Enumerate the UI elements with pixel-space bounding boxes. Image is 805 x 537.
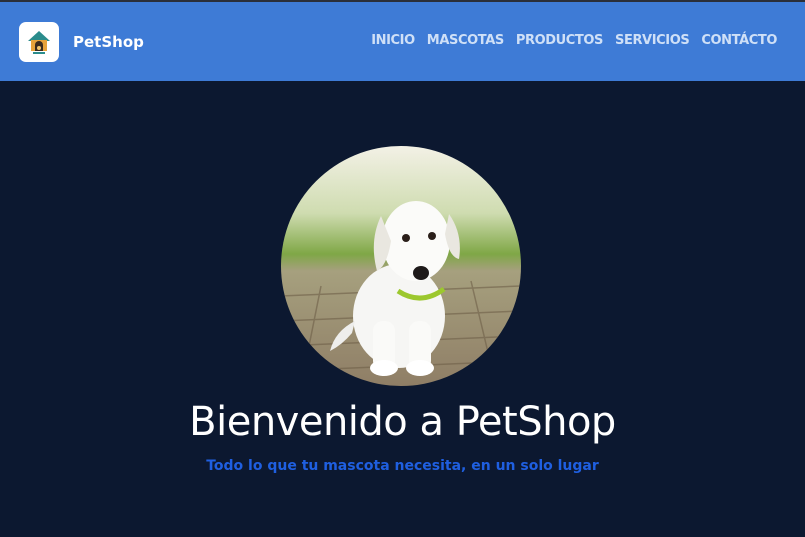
hero-section: Bienvenido a PetShop Todo lo que tu masc… xyxy=(0,81,805,537)
nav-item-inicio[interactable]: INICIO xyxy=(371,33,415,48)
brand[interactable]: PetShop xyxy=(19,22,144,62)
nav-item-productos[interactable]: PRODUCTOS xyxy=(516,33,604,48)
logo[interactable] xyxy=(19,22,59,62)
hero-title: Bienvenido a PetShop xyxy=(189,399,616,445)
nav-menu: INICIO MASCOTAS PRODUCTOS SERVICIOS CONT… xyxy=(371,33,777,48)
nav-item-contacto[interactable]: CONTÁCTO xyxy=(701,33,777,48)
pet-house-icon xyxy=(28,31,50,54)
puppy-photo xyxy=(281,146,521,386)
navbar: PetShop INICIO MASCOTAS PRODUCTOS SERVIC… xyxy=(0,0,805,81)
nav-item-servicios[interactable]: SERVICIOS xyxy=(615,33,690,48)
brand-name[interactable]: PetShop xyxy=(73,33,144,51)
nav-item-mascotas[interactable]: MASCOTAS xyxy=(427,33,504,48)
hero-subtitle: Todo lo que tu mascota necesita, en un s… xyxy=(206,458,599,474)
